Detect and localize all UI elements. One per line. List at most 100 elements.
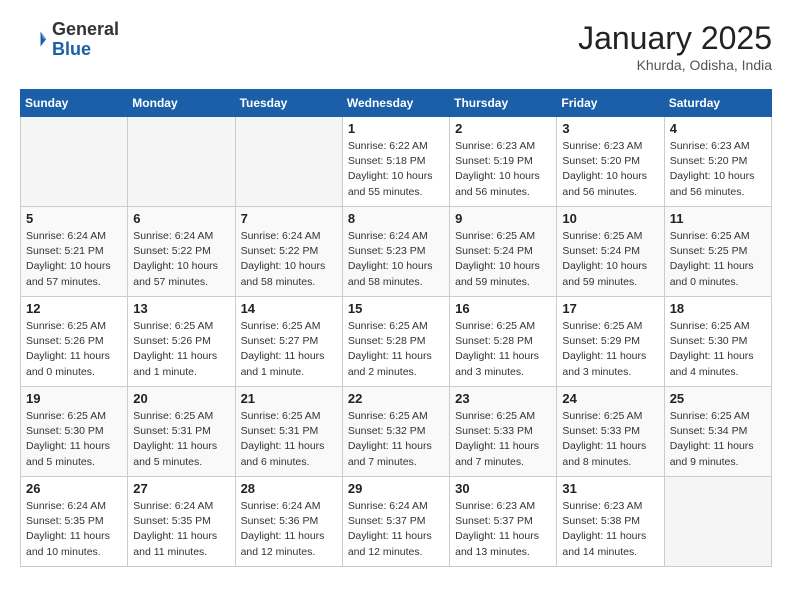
day-info: Sunrise: 6:23 AMSunset: 5:37 PMDaylight:… — [455, 499, 551, 560]
calendar-cell: 10Sunrise: 6:25 AMSunset: 5:24 PMDayligh… — [557, 207, 664, 297]
day-info: Sunrise: 6:24 AMSunset: 5:21 PMDaylight:… — [26, 229, 122, 290]
day-number: 17 — [562, 301, 658, 316]
day-number: 20 — [133, 391, 229, 406]
title-block: January 2025 Khurda, Odisha, India — [578, 20, 772, 73]
day-info: Sunrise: 6:25 AMSunset: 5:28 PMDaylight:… — [455, 319, 551, 380]
day-header-tuesday: Tuesday — [235, 90, 342, 117]
day-number: 1 — [348, 121, 444, 136]
calendar-header: SundayMondayTuesdayWednesdayThursdayFrid… — [21, 90, 772, 117]
calendar-cell: 22Sunrise: 6:25 AMSunset: 5:32 PMDayligh… — [342, 387, 449, 477]
week-row-2: 5Sunrise: 6:24 AMSunset: 5:21 PMDaylight… — [21, 207, 772, 297]
day-number: 4 — [670, 121, 766, 136]
calendar-cell: 5Sunrise: 6:24 AMSunset: 5:21 PMDaylight… — [21, 207, 128, 297]
day-number: 7 — [241, 211, 337, 226]
calendar-cell: 24Sunrise: 6:25 AMSunset: 5:33 PMDayligh… — [557, 387, 664, 477]
day-number: 27 — [133, 481, 229, 496]
calendar-cell: 30 Sunrise: 6:23 AMSunset: 5:37 PMDayligh… — [450, 477, 557, 567]
day-info: Sunrise: 6:23 AMSunset: 5:20 PMDaylight:… — [562, 139, 658, 200]
day-info: Sunrise: 6:24 AMSunset: 5:22 PMDaylight:… — [241, 229, 337, 290]
day-info: Sunrise: 6:25 AMSunset: 5:31 PMDaylight:… — [133, 409, 229, 470]
day-number: 25 — [670, 391, 766, 406]
calendar-cell: 18 Sunrise: 6:25 AMSunset: 5:30 PMDayligh… — [664, 297, 771, 387]
day-info: Sunrise: 6:24 AMSunset: 5:36 PMDaylight:… — [241, 499, 337, 560]
day-info: Sunrise: 6:25 AMSunset: 5:30 PMDaylight:… — [670, 319, 766, 380]
day-info: Sunrise: 6:23 AMSunset: 5:19 PMDaylight:… — [455, 139, 551, 200]
week-row-3: 12Sunrise: 6:25 AMSunset: 5:26 PMDayligh… — [21, 297, 772, 387]
day-number: 28 — [241, 481, 337, 496]
day-header-thursday: Thursday — [450, 90, 557, 117]
day-number: 31 — [562, 481, 658, 496]
calendar-cell: 1Sunrise: 6:22 AMSunset: 5:18 PMDaylight… — [342, 117, 449, 207]
day-info: Sunrise: 6:23 AMSunset: 5:38 PMDaylight:… — [562, 499, 658, 560]
calendar-cell: 29 Sunrise: 6:24 AMSunset: 5:37 PMDayligh… — [342, 477, 449, 567]
day-info: Sunrise: 6:25 AMSunset: 5:26 PMDaylight:… — [133, 319, 229, 380]
day-header-monday: Monday — [128, 90, 235, 117]
day-number: 10 — [562, 211, 658, 226]
day-number: 16 — [455, 301, 551, 316]
day-number: 21 — [241, 391, 337, 406]
calendar-cell — [128, 117, 235, 207]
day-number: 6 — [133, 211, 229, 226]
day-info: Sunrise: 6:24 AMSunset: 5:35 PMDaylight:… — [133, 499, 229, 560]
calendar-cell: 17 Sunrise: 6:25 AMSunset: 5:29 PMDayligh… — [557, 297, 664, 387]
day-number: 14 — [241, 301, 337, 316]
day-number: 3 — [562, 121, 658, 136]
calendar-cell: 23Sunrise: 6:25 AMSunset: 5:33 PMDayligh… — [450, 387, 557, 477]
calendar-cell: 25Sunrise: 6:25 AMSunset: 5:34 PMDayligh… — [664, 387, 771, 477]
day-info: Sunrise: 6:25 AMSunset: 5:29 PMDaylight:… — [562, 319, 658, 380]
calendar-cell: 26 Sunrise: 6:24 AMSunset: 5:35 PMDayligh… — [21, 477, 128, 567]
calendar-cell: 15 Sunrise: 6:25 AMSunset: 5:28 PMDayligh… — [342, 297, 449, 387]
calendar-table: SundayMondayTuesdayWednesdayThursdayFrid… — [20, 89, 772, 567]
day-number: 8 — [348, 211, 444, 226]
day-header-sunday: Sunday — [21, 90, 128, 117]
day-info: Sunrise: 6:24 AMSunset: 5:37 PMDaylight:… — [348, 499, 444, 560]
week-row-4: 19 Sunrise: 6:25 AMSunset: 5:30 PMDayligh… — [21, 387, 772, 477]
day-info: Sunrise: 6:25 AMSunset: 5:33 PMDaylight:… — [455, 409, 551, 470]
calendar-cell: 19 Sunrise: 6:25 AMSunset: 5:30 PMDayligh… — [21, 387, 128, 477]
calendar-cell: 8Sunrise: 6:24 AMSunset: 5:23 PMDaylight… — [342, 207, 449, 297]
calendar-cell: 27 Sunrise: 6:24 AMSunset: 5:35 PMDayligh… — [128, 477, 235, 567]
day-number: 18 — [670, 301, 766, 316]
week-row-1: 1Sunrise: 6:22 AMSunset: 5:18 PMDaylight… — [21, 117, 772, 207]
day-number: 22 — [348, 391, 444, 406]
day-info: Sunrise: 6:25 AMSunset: 5:27 PMDaylight:… — [241, 319, 337, 380]
day-number: 13 — [133, 301, 229, 316]
calendar-cell: 12Sunrise: 6:25 AMSunset: 5:26 PMDayligh… — [21, 297, 128, 387]
calendar-cell — [664, 477, 771, 567]
logo-blue: Blue — [52, 40, 119, 60]
day-header-saturday: Saturday — [664, 90, 771, 117]
days-of-week-row: SundayMondayTuesdayWednesdayThursdayFrid… — [21, 90, 772, 117]
day-number: 15 — [348, 301, 444, 316]
calendar-cell: 14 Sunrise: 6:25 AMSunset: 5:27 PMDayligh… — [235, 297, 342, 387]
day-info: Sunrise: 6:25 AMSunset: 5:31 PMDaylight:… — [241, 409, 337, 470]
day-number: 26 — [26, 481, 122, 496]
calendar-cell — [21, 117, 128, 207]
day-info: Sunrise: 6:24 AMSunset: 5:35 PMDaylight:… — [26, 499, 122, 560]
day-info: Sunrise: 6:25 AMSunset: 5:25 PMDaylight:… — [670, 229, 766, 290]
calendar-cell: 13 Sunrise: 6:25 AMSunset: 5:26 PMDayligh… — [128, 297, 235, 387]
page-header: General Blue January 2025 Khurda, Odisha… — [20, 20, 772, 73]
calendar-cell: 28 Sunrise: 6:24 AMSunset: 5:36 PMDayligh… — [235, 477, 342, 567]
calendar-cell: 2 Sunrise: 6:23 AMSunset: 5:19 PMDaylight… — [450, 117, 557, 207]
calendar-cell: 11Sunrise: 6:25 AMSunset: 5:25 PMDayligh… — [664, 207, 771, 297]
calendar-cell — [235, 117, 342, 207]
day-info: Sunrise: 6:25 AMSunset: 5:24 PMDaylight:… — [455, 229, 551, 290]
day-info: Sunrise: 6:25 AMSunset: 5:30 PMDaylight:… — [26, 409, 122, 470]
calendar-cell: 9 Sunrise: 6:25 AMSunset: 5:24 PMDaylight… — [450, 207, 557, 297]
day-number: 24 — [562, 391, 658, 406]
logo: General Blue — [20, 20, 119, 60]
day-info: Sunrise: 6:25 AMSunset: 5:26 PMDaylight:… — [26, 319, 122, 380]
day-number: 29 — [348, 481, 444, 496]
logo-general: General — [52, 20, 119, 40]
day-number: 2 — [455, 121, 551, 136]
location-subtitle: Khurda, Odisha, India — [578, 57, 772, 73]
day-number: 9 — [455, 211, 551, 226]
calendar-cell: 21 Sunrise: 6:25 AMSunset: 5:31 PMDayligh… — [235, 387, 342, 477]
calendar-cell: 31 Sunrise: 6:23 AMSunset: 5:38 PMDayligh… — [557, 477, 664, 567]
day-info: Sunrise: 6:25 AMSunset: 5:28 PMDaylight:… — [348, 319, 444, 380]
day-number: 30 — [455, 481, 551, 496]
day-number: 19 — [26, 391, 122, 406]
day-header-friday: Friday — [557, 90, 664, 117]
day-info: Sunrise: 6:23 AMSunset: 5:20 PMDaylight:… — [670, 139, 766, 200]
month-title: January 2025 — [578, 20, 772, 57]
